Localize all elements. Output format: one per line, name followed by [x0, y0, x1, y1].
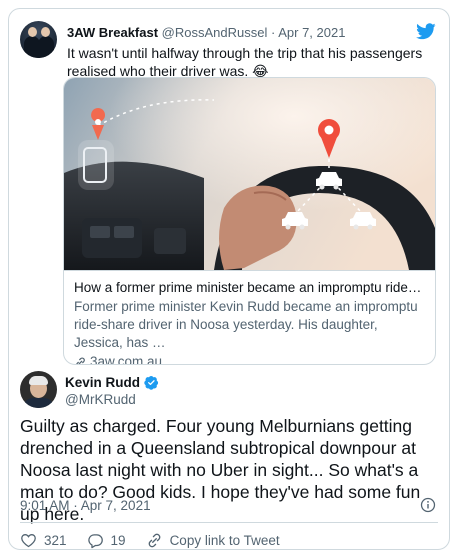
author-avatar[interactable] [20, 371, 57, 408]
author-handle[interactable]: @MrKRudd [65, 392, 136, 407]
link-preview-title: How a former prime minister became an im… [74, 280, 425, 295]
copy-link-label: Copy link to Tweet [169, 532, 280, 548]
quoted-author-avatar[interactable] [20, 21, 57, 58]
reply-button[interactable]: 19 [87, 532, 126, 549]
link-preview-domain: 3aw.com.au [74, 353, 425, 365]
copy-link-button[interactable]: Copy link to Tweet [146, 532, 280, 549]
like-button[interactable]: 321 [20, 532, 67, 549]
meta-separator: · [270, 25, 276, 40]
quoted-author-name[interactable]: 3AW Breakfast [67, 25, 158, 40]
link-preview-description: Former prime minister Kevin Rudd became … [74, 299, 418, 350]
heart-icon [21, 533, 36, 547]
divider [20, 522, 438, 523]
like-count: 321 [44, 532, 67, 548]
link-preview-image[interactable] [64, 78, 435, 270]
author-name-row[interactable]: Kevin Rudd [65, 375, 159, 390]
reply-bubble-icon [87, 533, 103, 548]
quoted-tweet-header: 3AW Breakfast @RossAndRussel · Apr 7, 20… [67, 25, 345, 40]
verified-badge-icon [144, 375, 159, 390]
tweet-embed-card: 3AW Breakfast @RossAndRussel · Apr 7, 20… [8, 8, 450, 550]
link-preview-body[interactable]: How a former prime minister became an im… [64, 270, 435, 364]
tweet-actions: 321 19 Copy link to Tweet [20, 531, 300, 549]
twitter-bird-icon[interactable] [416, 23, 436, 40]
link-domain-text: 3aw.com.au [90, 354, 163, 365]
link-preview-card[interactable]: How a former prime minister became an im… [63, 77, 436, 365]
link-icon [76, 357, 85, 364]
link-icon [148, 533, 160, 547]
quoted-author-handle[interactable]: @RossAndRussel [162, 25, 268, 40]
quoted-tweet-text: It wasn't until halfway through the trip… [67, 45, 423, 79]
quoted-tweet-date[interactable]: Apr 7, 2021 [278, 25, 345, 40]
author-name[interactable]: Kevin Rudd [65, 375, 140, 390]
tweet-timestamp[interactable]: 9:01 AM · Apr 7, 2021 [20, 498, 151, 513]
reply-count: 19 [110, 532, 126, 548]
info-icon[interactable] [420, 497, 436, 513]
